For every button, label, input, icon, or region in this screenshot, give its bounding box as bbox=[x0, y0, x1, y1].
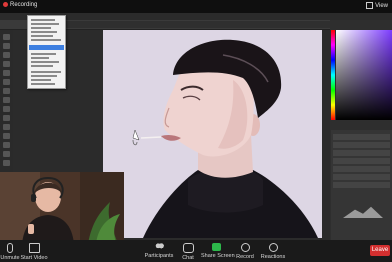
reactions-label: Reactions bbox=[260, 254, 286, 260]
layer-row[interactable] bbox=[333, 158, 390, 164]
self-video-tile[interactable] bbox=[0, 172, 124, 244]
menu-item[interactable] bbox=[31, 39, 61, 41]
recording-dot-icon bbox=[3, 2, 8, 7]
edit-menu-dropdown[interactable] bbox=[27, 15, 66, 89]
zoom-tool-icon[interactable] bbox=[3, 160, 10, 166]
menu-item[interactable] bbox=[31, 65, 53, 67]
zoom-bottom-toolbar: Unmute Start Video Participants Chat Sha… bbox=[0, 240, 392, 262]
menu-item-highlighted[interactable] bbox=[29, 45, 64, 50]
layer-row[interactable] bbox=[333, 142, 390, 148]
participants-icon bbox=[154, 243, 164, 251]
menu-item[interactable] bbox=[31, 57, 49, 59]
record-button[interactable]: Record bbox=[233, 243, 257, 260]
share-screen-button[interactable]: Share Screen bbox=[201, 243, 235, 259]
layer-row[interactable] bbox=[333, 182, 390, 188]
document-tab-strip[interactable] bbox=[62, 21, 332, 28]
layer-row[interactable] bbox=[333, 174, 390, 180]
unmute-button[interactable]: Unmute bbox=[0, 243, 20, 261]
healing-tool-icon[interactable] bbox=[3, 79, 10, 85]
eyedropper-tool-icon[interactable] bbox=[3, 70, 10, 76]
participants-button[interactable]: Participants bbox=[142, 243, 176, 259]
leave-label: Leave bbox=[371, 247, 389, 253]
share-screen-label: Share Screen bbox=[201, 253, 235, 259]
menu-item[interactable] bbox=[31, 31, 57, 33]
eraser-tool-icon[interactable] bbox=[3, 106, 10, 112]
microphone-muted-icon bbox=[7, 243, 13, 253]
layers-panel[interactable] bbox=[331, 130, 392, 240]
record-label: Record bbox=[236, 254, 254, 260]
menu-item[interactable] bbox=[31, 53, 56, 55]
chat-label: Chat bbox=[182, 255, 194, 261]
participants-label: Participants bbox=[144, 253, 174, 259]
pen-tool-icon[interactable] bbox=[3, 133, 10, 139]
video-camera-off-icon bbox=[28, 243, 40, 253]
record-icon bbox=[240, 243, 250, 252]
histogram-graph bbox=[343, 206, 383, 218]
recording-label: Recording bbox=[10, 2, 38, 9]
menu-item[interactable] bbox=[31, 19, 55, 21]
layer-row[interactable] bbox=[333, 166, 390, 172]
lasso-tool-icon[interactable] bbox=[3, 52, 10, 58]
start-video-button[interactable]: Start Video bbox=[20, 243, 48, 261]
start-video-label: Start Video bbox=[20, 255, 48, 261]
menu-item[interactable] bbox=[31, 79, 51, 81]
menu-item[interactable] bbox=[31, 35, 53, 37]
chat-button[interactable]: Chat bbox=[178, 243, 198, 261]
crop-tool-icon[interactable] bbox=[3, 61, 10, 67]
zoom-top-bar bbox=[0, 0, 392, 13]
menu-item[interactable] bbox=[31, 75, 57, 77]
menu-item[interactable] bbox=[31, 27, 51, 29]
portrait-painting bbox=[103, 30, 322, 238]
menu-item[interactable] bbox=[31, 71, 61, 73]
menu-item[interactable] bbox=[31, 61, 59, 63]
stamp-tool-icon[interactable] bbox=[3, 97, 10, 103]
menu-item[interactable] bbox=[31, 23, 59, 25]
color-picker-field[interactable] bbox=[336, 30, 392, 120]
unmute-label: Unmute bbox=[0, 255, 20, 261]
type-tool-icon[interactable] bbox=[3, 142, 10, 148]
hand-tool-icon[interactable] bbox=[3, 151, 10, 157]
brush-tool-icon[interactable] bbox=[3, 88, 10, 94]
move-tool-icon[interactable] bbox=[3, 34, 10, 40]
canvas-document[interactable] bbox=[103, 30, 322, 238]
gradient-tool-icon[interactable] bbox=[3, 115, 10, 121]
menu-item[interactable] bbox=[31, 83, 55, 85]
reactions-button[interactable]: Reactions bbox=[259, 243, 287, 260]
layer-row[interactable] bbox=[333, 150, 390, 156]
recording-indicator[interactable]: Recording bbox=[3, 2, 37, 8]
share-screen-icon bbox=[211, 243, 221, 251]
layer-row[interactable] bbox=[333, 134, 390, 140]
marquee-tool-icon[interactable] bbox=[3, 43, 10, 49]
webcam-feed-image bbox=[0, 172, 124, 244]
chat-bubble-icon bbox=[182, 243, 194, 253]
leave-button[interactable]: Leave bbox=[370, 245, 390, 256]
view-button[interactable]: View bbox=[366, 2, 388, 9]
view-label: View bbox=[375, 3, 388, 10]
hue-slider[interactable] bbox=[331, 30, 335, 120]
reactions-smiley-icon bbox=[268, 243, 278, 252]
dodge-tool-icon[interactable] bbox=[3, 124, 10, 130]
view-grid-icon bbox=[366, 2, 374, 9]
